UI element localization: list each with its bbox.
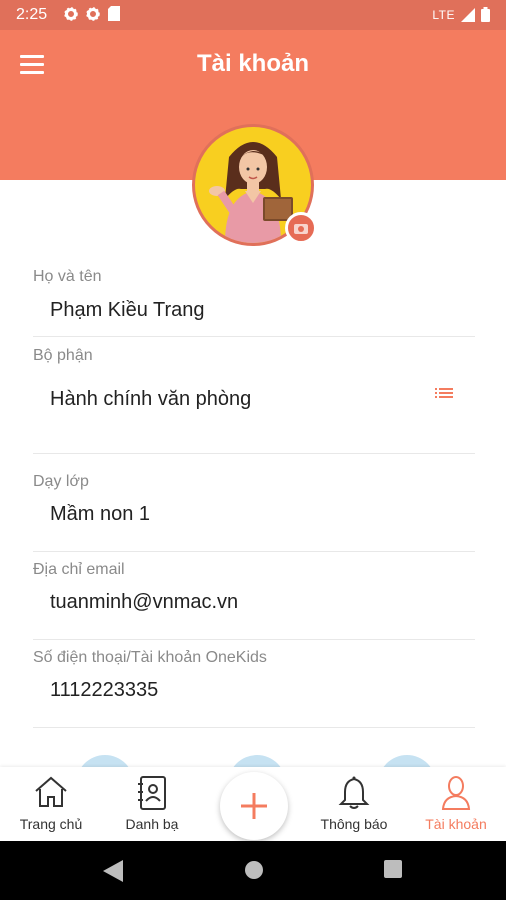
field-label: Địa chỉ email bbox=[33, 561, 125, 578]
field-label: Họ và tên bbox=[33, 268, 102, 285]
field-label: Bộ phận bbox=[33, 347, 93, 364]
network-type: LTE bbox=[432, 7, 455, 22]
field-class[interactable]: Dạy lớp Mầm non 1 bbox=[33, 464, 475, 552]
nav-item-account[interactable]: Tài khoản bbox=[406, 767, 506, 841]
status-time: 2:25 bbox=[16, 6, 48, 23]
nav-label: Tài khoản bbox=[425, 816, 487, 832]
add-button[interactable] bbox=[220, 772, 288, 840]
full-name-value[interactable]: Phạm Kiều Trang bbox=[33, 286, 475, 322]
status-system-icons: LTE bbox=[432, 7, 490, 22]
field-department[interactable]: Bộ phận Hành chính văn phòng bbox=[33, 347, 475, 454]
signal-icon bbox=[461, 7, 475, 22]
profile-form: Họ và tên Phạm Kiều Trang Bộ phận Hành c… bbox=[33, 258, 475, 728]
field-full-name[interactable]: Họ và tên Phạm Kiều Trang bbox=[33, 258, 475, 337]
page-title: Tài khoản bbox=[196, 50, 310, 77]
recents-icon[interactable] bbox=[384, 860, 402, 878]
back-icon[interactable] bbox=[103, 860, 123, 882]
home-button-icon[interactable] bbox=[244, 860, 264, 880]
home-icon bbox=[35, 776, 67, 807]
nav-label: Trang chủ bbox=[19, 816, 83, 832]
list-icon[interactable] bbox=[435, 388, 453, 400]
user-icon bbox=[441, 776, 471, 810]
class-value[interactable]: Mầm non 1 bbox=[33, 491, 475, 526]
nav-item-home[interactable]: Trang chủ bbox=[1, 767, 101, 841]
status-notification-icons bbox=[64, 6, 120, 21]
system-navigation-bar bbox=[0, 841, 506, 900]
nav-item-notifications[interactable]: Thông báo bbox=[304, 767, 404, 841]
plus-icon bbox=[241, 793, 267, 819]
phone-value[interactable]: 1112223335 bbox=[33, 667, 475, 702]
field-phone-account[interactable]: Số điện thoại/Tài khoản OneKids 11122233… bbox=[33, 640, 475, 728]
battery-icon bbox=[481, 7, 490, 22]
field-label: Dạy lớp bbox=[33, 473, 89, 490]
gear-icon bbox=[64, 6, 78, 21]
sd-card-icon bbox=[108, 6, 120, 21]
change-avatar-button[interactable] bbox=[285, 212, 317, 244]
gear-icon bbox=[86, 6, 100, 21]
department-value[interactable]: Hành chính văn phòng bbox=[33, 365, 475, 411]
nav-label: Danh bạ bbox=[125, 816, 179, 832]
field-label: Số điện thoại/Tài khoản OneKids bbox=[33, 649, 267, 666]
camera-icon bbox=[294, 224, 308, 234]
nav-item-contacts[interactable]: Danh bạ bbox=[102, 767, 202, 841]
contacts-icon bbox=[138, 776, 166, 810]
field-email[interactable]: Địa chỉ email tuanminh@vnmac.vn bbox=[33, 552, 475, 640]
status-bar: 2:25 LTE bbox=[0, 0, 506, 30]
bell-icon bbox=[338, 776, 370, 809]
email-value[interactable]: tuanminh@vnmac.vn bbox=[33, 579, 475, 614]
nav-label: Thông báo bbox=[320, 816, 388, 832]
